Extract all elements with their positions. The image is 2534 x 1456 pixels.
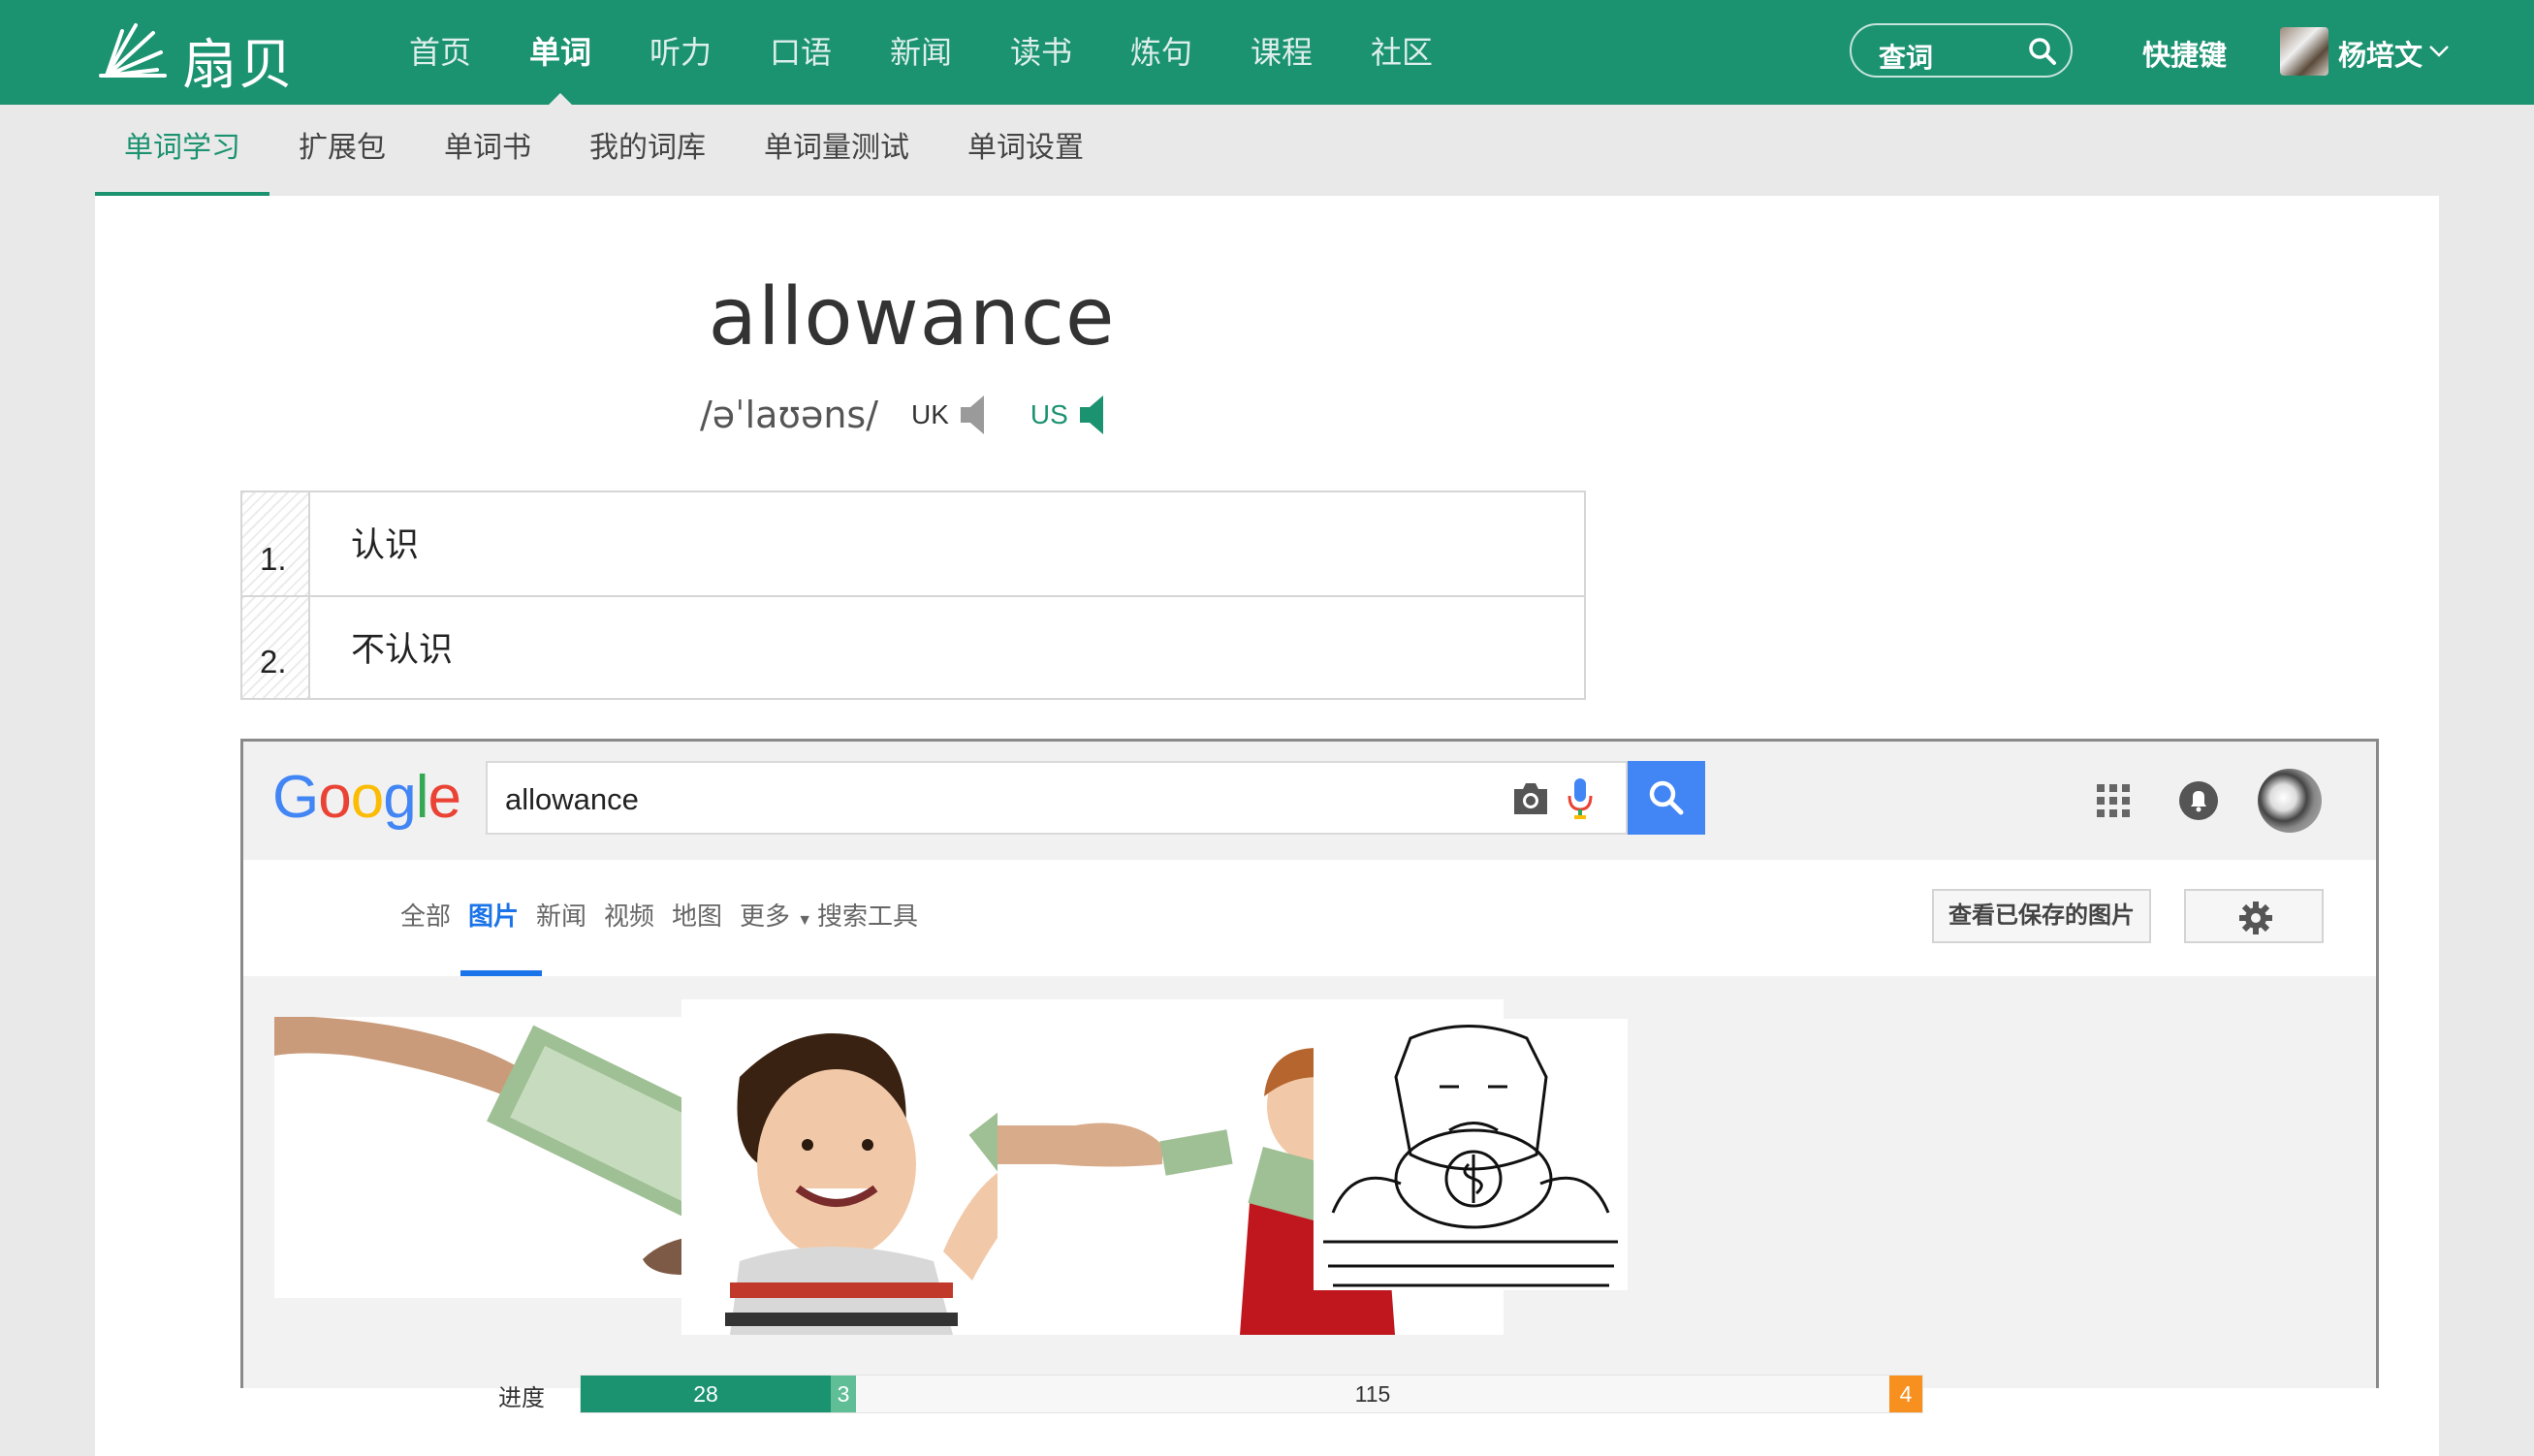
google-header: Google allowance <box>243 742 2376 862</box>
dictionary-search-box[interactable]: 查词 <box>1850 23 2073 78</box>
study-word: allowance <box>708 271 1116 364</box>
tab-more[interactable]: 更多 ▼ <box>740 897 812 933</box>
choice-label: 认识 <box>351 526 420 564</box>
tab-all[interactable]: 全部 <box>400 897 451 933</box>
nav-words[interactable]: 单词 <box>500 0 620 105</box>
google-logo: Google <box>272 764 461 831</box>
pronunciation-row: /əˈlaʊəns/ UK US <box>700 386 1111 444</box>
progress-label: 进度 <box>498 1385 545 1411</box>
nav-speaking[interactable]: 口语 <box>741 0 861 105</box>
nav-community[interactable]: 社区 <box>1342 0 1462 105</box>
google-account-avatar[interactable] <box>2258 769 2322 833</box>
choice-label: 不认识 <box>351 631 454 669</box>
sketch-boy-dollar-picture <box>1323 1025 1618 1287</box>
tab-search-tools[interactable]: 搜索工具 <box>817 897 918 933</box>
word-study-panel: allowance /əˈlaʊəns/ UK US 1. 认识 2. 不认识 … <box>95 196 2439 1456</box>
apps-grid-icon[interactable] <box>2097 784 2130 817</box>
gear-icon <box>2239 902 2272 934</box>
google-search-button[interactable] <box>1628 761 1705 835</box>
shortcut-keys-link[interactable]: 快捷键 <box>2142 33 2227 74</box>
result-image-sketch-boy-dollar[interactable] <box>1314 1019 1628 1290</box>
shell-logo-icon <box>99 23 167 78</box>
progress-segment-learned: 28 <box>581 1376 831 1412</box>
sub-nav: 单词学习 扩展包 单词书 我的词库 单词量测试 单词设置 <box>95 105 1113 196</box>
saved-images-button[interactable]: 查看已保存的图片 <box>1932 889 2151 943</box>
us-accent-label[interactable]: US <box>1030 399 1068 430</box>
camera-icon[interactable] <box>1510 779 1551 818</box>
shanbay-logo[interactable]: 扇贝 <box>97 14 301 97</box>
choice-dont-know[interactable]: 2. 不认识 <box>242 597 1584 698</box>
us-speaker-icon[interactable] <box>1076 394 1111 436</box>
subnav-word-books[interactable]: 单词书 <box>415 105 560 196</box>
top-navbar: 扇贝 首页 单词 听力 口语 新闻 读书 炼句 课程 社区 查词 快捷键 杨培文 <box>0 0 2534 105</box>
phonetic-transcription: /əˈlaʊəns/ <box>700 394 879 436</box>
choice-number: 1. <box>242 492 310 595</box>
nav-courses[interactable]: 课程 <box>1221 0 1342 105</box>
nav-reading[interactable]: 读书 <box>981 0 1101 105</box>
image-results <box>243 976 2376 1388</box>
google-images-screenshot: Google allowance 全部 图片 新闻 视频 地图 更多 ▼ 搜索工… <box>240 739 2379 1388</box>
settings-button[interactable] <box>2184 889 2324 943</box>
main-nav: 首页 单词 听力 口语 新闻 读书 炼句 课程 社区 <box>380 0 1462 105</box>
nav-home[interactable]: 首页 <box>380 0 500 105</box>
caret-down-icon: ▼ <box>797 912 813 929</box>
dictionary-search-label: 查词 <box>1879 43 1934 73</box>
uk-accent-label[interactable]: UK <box>911 399 949 430</box>
user-name[interactable]: 杨培文 <box>2338 33 2423 74</box>
tab-images[interactable]: 图片 <box>468 897 519 933</box>
chevron-down-icon[interactable] <box>2427 39 2451 62</box>
subnav-word-settings[interactable]: 单词设置 <box>938 105 1113 196</box>
microphone-icon[interactable] <box>1567 776 1594 821</box>
subnav-my-vocabulary[interactable]: 我的词库 <box>560 105 735 196</box>
subnav-word-study[interactable]: 单词学习 <box>95 105 269 196</box>
search-icon <box>1649 780 1684 815</box>
choice-number: 2. <box>242 597 310 698</box>
search-icon[interactable] <box>2028 37 2057 66</box>
progress-segment-remaining: 115 <box>856 1376 1889 1412</box>
uk-speaker-icon[interactable] <box>957 394 992 436</box>
google-tabs: 全部 图片 新闻 视频 地图 更多 ▼ 搜索工具 查看已保存的图片 <box>243 860 2376 978</box>
google-search-input[interactable]: allowance <box>486 761 1628 835</box>
tab-news[interactable]: 新闻 <box>536 897 586 933</box>
answer-choices: 1. 认识 2. 不认识 <box>240 491 1586 700</box>
nav-news[interactable]: 新闻 <box>861 0 981 105</box>
nav-listening[interactable]: 听力 <box>620 0 741 105</box>
subnav-extension-pack[interactable]: 扩展包 <box>269 105 415 196</box>
choice-know[interactable]: 1. 认识 <box>242 492 1584 597</box>
tab-videos[interactable]: 视频 <box>604 897 654 933</box>
progress-segment-reviewing: 3 <box>831 1376 856 1412</box>
notification-bell-icon[interactable] <box>2178 780 2219 821</box>
subnav-vocab-test[interactable]: 单词量测试 <box>735 105 938 196</box>
tab-maps[interactable]: 地图 <box>672 897 722 933</box>
google-query-text: allowance <box>505 782 639 816</box>
progress-segment-wrong: 4 <box>1889 1376 1922 1412</box>
user-avatar[interactable] <box>2280 27 2328 76</box>
progress-bar: 28 3 115 4 <box>580 1375 1923 1413</box>
nav-sentences[interactable]: 炼句 <box>1101 0 1221 105</box>
logo-text: 扇贝 <box>182 34 295 97</box>
